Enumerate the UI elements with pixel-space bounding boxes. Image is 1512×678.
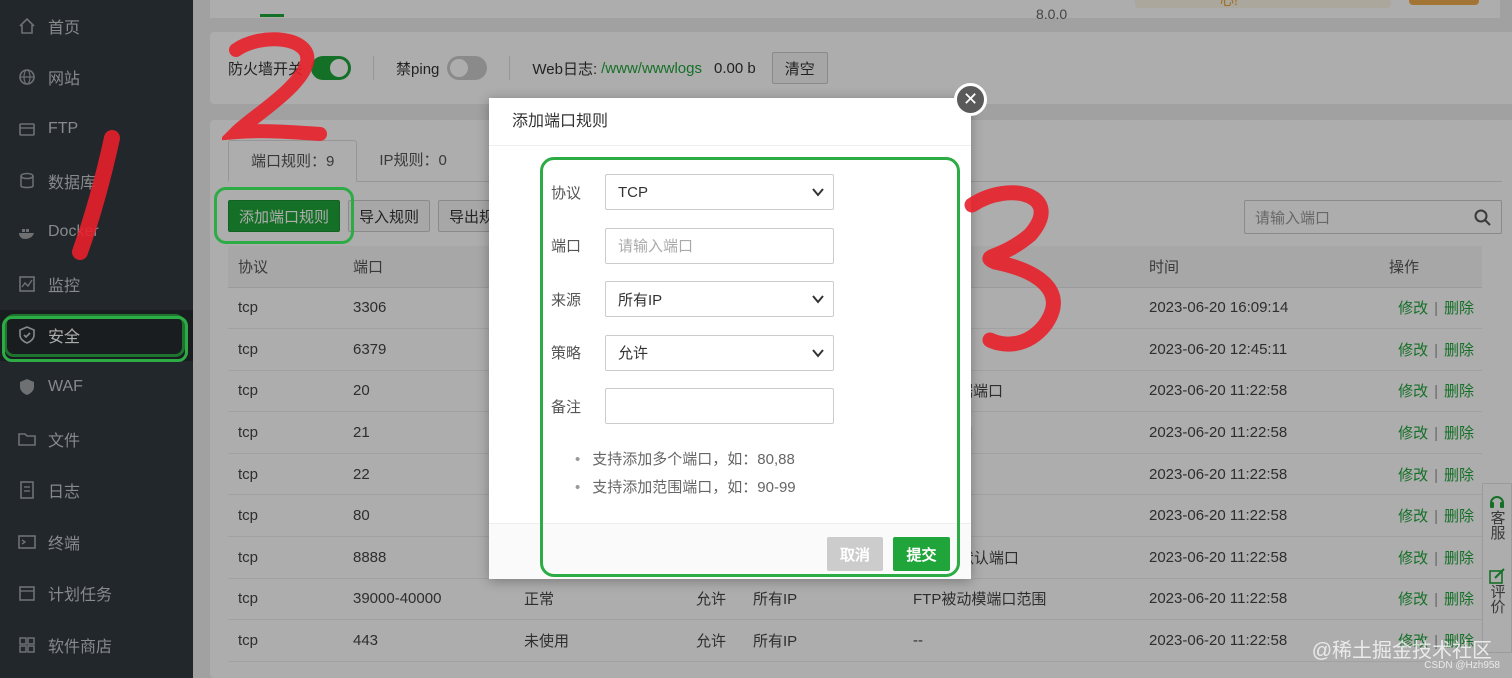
remark-input[interactable] (605, 388, 834, 424)
source-row: 来源 所有IP (489, 281, 971, 317)
watermark-sub: CSDN @Hzh958 (1424, 660, 1500, 671)
port-label: 端口 (550, 238, 581, 255)
protocol-value: TCP (618, 183, 648, 201)
source-value: 所有IP (618, 291, 663, 309)
hint-multiple-ports: 支持添加多个端口，如：80,88 (575, 446, 796, 474)
cancel-button[interactable]: 取消 (827, 537, 883, 571)
protocol-select[interactable]: TCP (605, 174, 834, 210)
chevron-down-icon (812, 295, 824, 304)
source-label: 来源 (550, 291, 581, 309)
add-port-rule-dialog: 添加端口规则 协议 TCP 端口 请输入端口 来源 所有IP 策略 允许 备注 … (489, 98, 971, 579)
chevron-down-icon (812, 188, 824, 197)
remark-label: 备注 (550, 398, 581, 416)
policy-select[interactable]: 允许 (605, 334, 834, 371)
hint-port-range: 支持添加范围端口，如：90-99 (575, 474, 795, 502)
port-row: 端口 请输入端口 (489, 227, 971, 264)
policy-value: 允许 (618, 345, 649, 362)
port-input[interactable]: 请输入端口 (605, 227, 834, 264)
policy-label: 策略 (550, 345, 581, 362)
dialog-footer: 取消 提交 (489, 523, 971, 579)
watermark: @稀土掘金技术社区 (1311, 640, 1492, 662)
chevron-down-icon (812, 348, 824, 358)
port-rule-form: 协议 TCP 端口 请输入端口 来源 所有IP 策略 允许 备注 (489, 174, 971, 442)
submit-button[interactable]: 提交 (893, 537, 950, 571)
remark-row: 备注 (489, 388, 971, 424)
protocol-row: 协议 TCP (489, 174, 971, 210)
protocol-label: 协议 (550, 184, 581, 202)
hint-list: 支持添加多个端口，如：80,88 支持添加范围端口，如：90-99 (575, 446, 796, 502)
port-placeholder: 请输入端口 (618, 238, 694, 255)
source-select[interactable]: 所有IP (605, 281, 834, 317)
policy-row: 策略 允许 (489, 334, 971, 371)
dialog-title: 添加端口规则 (489, 98, 971, 146)
close-icon[interactable]: ✕ (954, 83, 987, 116)
